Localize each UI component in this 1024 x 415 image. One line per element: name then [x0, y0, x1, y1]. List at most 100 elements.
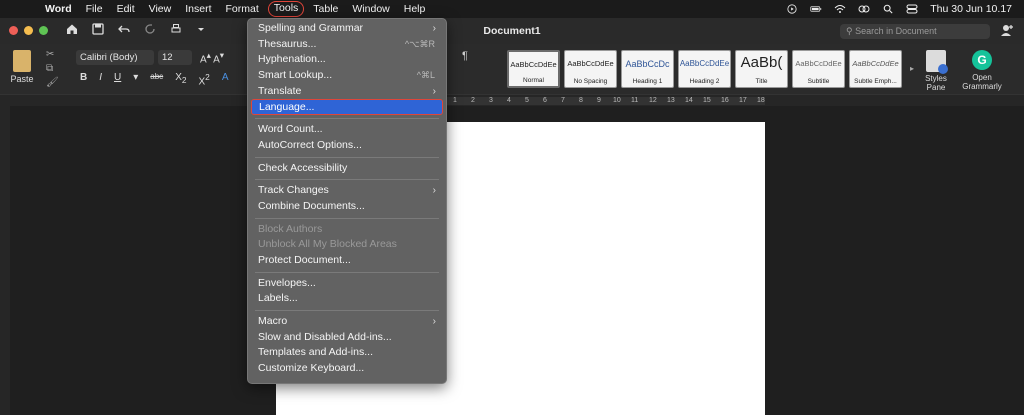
font-name-select[interactable]: Calibri (Body) [76, 50, 154, 65]
style-title[interactable]: AaBb( Title [735, 50, 788, 88]
menu-item-hyphenation[interactable]: Hyphenation... [251, 52, 443, 68]
menu-format[interactable]: Format [219, 0, 266, 18]
grow-font-icon[interactable]: A▴ A▾ [200, 50, 224, 65]
menu-item-word-count[interactable]: Word Count... [251, 122, 443, 138]
search-placeholder: Search in Document [855, 26, 937, 36]
ruler-number: 13 [667, 97, 675, 104]
format-painter-icon[interactable]: 🖌 [46, 76, 59, 90]
menu-window[interactable]: Window [345, 0, 396, 18]
ruler-number: 1 [453, 97, 457, 104]
style-no-spacing[interactable]: AaBbCcDdEe No Spacing [564, 50, 617, 88]
menu-item-macro[interactable]: Macro › [251, 314, 443, 330]
menu-file[interactable]: File [79, 0, 110, 18]
menu-item-envelopes[interactable]: Envelopes... [251, 276, 443, 292]
menu-separator [255, 271, 439, 273]
menu-table[interactable]: Table [306, 0, 345, 18]
style-heading-1[interactable]: AaBbCcDc Heading 1 [621, 50, 674, 88]
search-in-document-field[interactable]: ⚲ Search in Document [840, 24, 990, 39]
style-subtle-emphasis[interactable]: AaBbCcDdEe Subtle Emph... [849, 50, 902, 88]
style-name: No Spacing [573, 78, 608, 85]
paste-button[interactable]: Paste [8, 50, 36, 84]
menu-item-language[interactable]: Language... [251, 99, 443, 116]
menu-item-customize-keyboard[interactable]: Customize Keyboard... [251, 361, 443, 377]
styles-gallery: AaBbCcDdEe Normal AaBbCcDdEe No Spacing … [507, 50, 902, 88]
menu-item-slow-and-disabled-add-ins[interactable]: Slow and Disabled Add-ins... [251, 330, 443, 346]
submenu-chevron-icon: › [432, 23, 436, 34]
wifi-icon[interactable] [834, 4, 846, 14]
style-heading-2[interactable]: AaBbCcDdEe Heading 2 [678, 50, 731, 88]
play-icon[interactable] [786, 4, 798, 14]
text-effects-icon[interactable]: A [222, 72, 229, 87]
menu-tools[interactable]: Tools [267, 1, 305, 17]
search-field-icon: ⚲ [846, 26, 856, 36]
copy-icon[interactable]: ⧉ [46, 62, 59, 76]
submenu-chevron-icon: › [432, 316, 436, 327]
menu-item-track-changes[interactable]: Track Changes › [251, 183, 443, 199]
menu-item-label: Envelopes... [258, 276, 316, 289]
menu-item-smart-lookup[interactable]: Smart Lookup... ^⌘L [251, 68, 443, 84]
menu-separator [255, 179, 439, 181]
menu-item-label: Unblock All My Blocked Areas [258, 238, 397, 251]
menu-view[interactable]: View [142, 0, 179, 18]
dropdown-chevron-icon[interactable]: ▾ [133, 72, 138, 87]
horizontal-ruler[interactable]: 1 2 3 4 5 6 7 8 9 10 11 12 13 14 15 16 1… [0, 94, 1024, 106]
cut-icon[interactable]: ✂ [46, 48, 59, 62]
superscript-icon[interactable]: X2 [199, 72, 210, 87]
menu-item-templates-and-add-ins[interactable]: Templates and Add-ins... [251, 345, 443, 361]
menu-item-label: Labels... [258, 292, 298, 305]
share-icon[interactable] [1000, 23, 1014, 40]
styles-pane-button[interactable]: Styles Pane [920, 50, 952, 92]
menu-help[interactable]: Help [397, 0, 433, 18]
underline-icon[interactable]: U [114, 72, 121, 87]
menu-item-thesaurus[interactable]: Thesaurus... ^⌥⌘R [251, 37, 443, 53]
ruler-number: 17 [739, 97, 747, 104]
menu-item-block-authors: Block Authors [251, 222, 443, 238]
style-sample: AaBb( [740, 54, 783, 71]
open-grammarly-button[interactable]: G Open Grammarly [960, 50, 1004, 91]
link-icon[interactable] [858, 4, 870, 14]
subscript-icon[interactable]: X2 [175, 72, 186, 87]
menu-item-label: Word Count... [258, 123, 323, 136]
menu-separator [255, 310, 439, 311]
vertical-ruler[interactable] [0, 106, 10, 415]
font-size-select[interactable]: 12 [158, 50, 192, 65]
style-subtitle[interactable]: AaBbCcDdEe Subtitle [792, 50, 845, 88]
bold-icon[interactable]: B [80, 72, 87, 87]
clock[interactable]: Thu 30 Jun 10.17 [930, 3, 1012, 15]
menu-item-combine-documents[interactable]: Combine Documents... [251, 199, 443, 215]
menu-item-label: Macro [258, 315, 288, 327]
menu-item-autocorrect-options[interactable]: AutoCorrect Options... [251, 138, 443, 154]
show-formatting-icon[interactable]: ¶ [462, 50, 468, 62]
menu-item-protect-document[interactable]: Protect Document... [251, 253, 443, 269]
italic-icon[interactable]: I [99, 72, 102, 87]
battery-icon[interactable] [810, 4, 822, 14]
style-sample: AaBbCcDdEe [510, 60, 557, 69]
menu-item-check-accessibility[interactable]: Check Accessibility [251, 161, 443, 177]
style-sample: AaBbCcDdEe [795, 59, 842, 68]
menu-item-labels[interactable]: Labels... [251, 291, 443, 307]
menu-edit[interactable]: Edit [110, 0, 142, 18]
word-window: Word File Edit View Insert Format Tools … [0, 0, 1024, 415]
menu-app-word[interactable]: Word [38, 0, 79, 18]
style-normal[interactable]: AaBbCcDdEe Normal [507, 50, 560, 88]
menu-item-translate[interactable]: Translate › [251, 84, 443, 100]
control-center-icon[interactable] [906, 4, 918, 14]
ruler-number: 8 [579, 97, 583, 104]
tools-menu: Spelling and Grammar › Thesaurus... ^⌥⌘R H… [247, 18, 447, 384]
clipboard-icon [13, 50, 31, 72]
styles-more-icon[interactable]: ▸ [910, 64, 914, 73]
ruler-number: 6 [543, 97, 547, 104]
menu-insert[interactable]: Insert [178, 0, 218, 18]
menu-item-unblock-all: Unblock All My Blocked Areas [251, 237, 443, 253]
menu-item-spelling-and-grammar[interactable]: Spelling and Grammar › [251, 21, 443, 37]
search-icon[interactable] [882, 4, 894, 14]
menu-item-label: Combine Documents... [258, 199, 365, 212]
ruler-number: 11 [631, 97, 639, 104]
style-name: Subtle Emph... [854, 78, 897, 85]
ruler-number: 3 [489, 97, 493, 104]
menu-item-label: Customize Keyboard... [258, 362, 365, 375]
ruler-number: 18 [757, 97, 765, 104]
menu-item-label: Thesaurus... [258, 37, 317, 50]
style-sample: AaBbCcDdEe [852, 59, 899, 68]
strikethrough-icon[interactable]: abc [150, 72, 163, 87]
